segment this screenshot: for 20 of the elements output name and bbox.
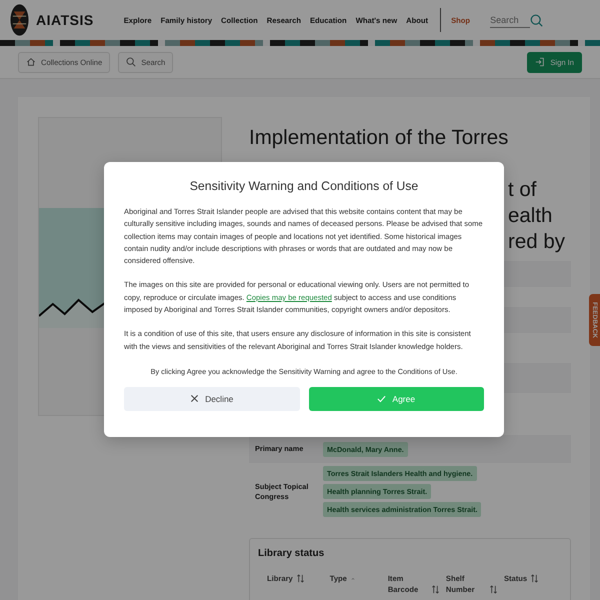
search-icon bbox=[126, 57, 136, 67]
record-title: ealth bbox=[508, 203, 554, 229]
decline-button[interactable]: Decline bbox=[124, 386, 300, 411]
brand-name[interactable]: AIATSIS bbox=[36, 12, 94, 28]
home-icon bbox=[26, 57, 36, 67]
sort-icon[interactable] bbox=[530, 574, 540, 583]
close-icon bbox=[190, 394, 200, 404]
sort-icon[interactable] bbox=[296, 574, 305, 583]
record-title: t of bbox=[508, 177, 538, 203]
sort-icon[interactable] bbox=[488, 585, 498, 594]
dialog-title: Sensitivity Warning and Conditions of Use bbox=[188, 179, 420, 193]
logo-icon[interactable] bbox=[10, 3, 29, 37]
record-title: Implementation of the Torres bbox=[249, 125, 510, 151]
sort-icon[interactable] bbox=[430, 585, 440, 594]
panel-title: Library status bbox=[258, 548, 326, 559]
check-icon bbox=[377, 394, 386, 404]
sign-in-icon bbox=[535, 57, 546, 67]
search-field[interactable]: Search bbox=[490, 12, 530, 28]
search-icon[interactable] bbox=[530, 14, 544, 26]
record-title: red by bbox=[508, 229, 566, 255]
